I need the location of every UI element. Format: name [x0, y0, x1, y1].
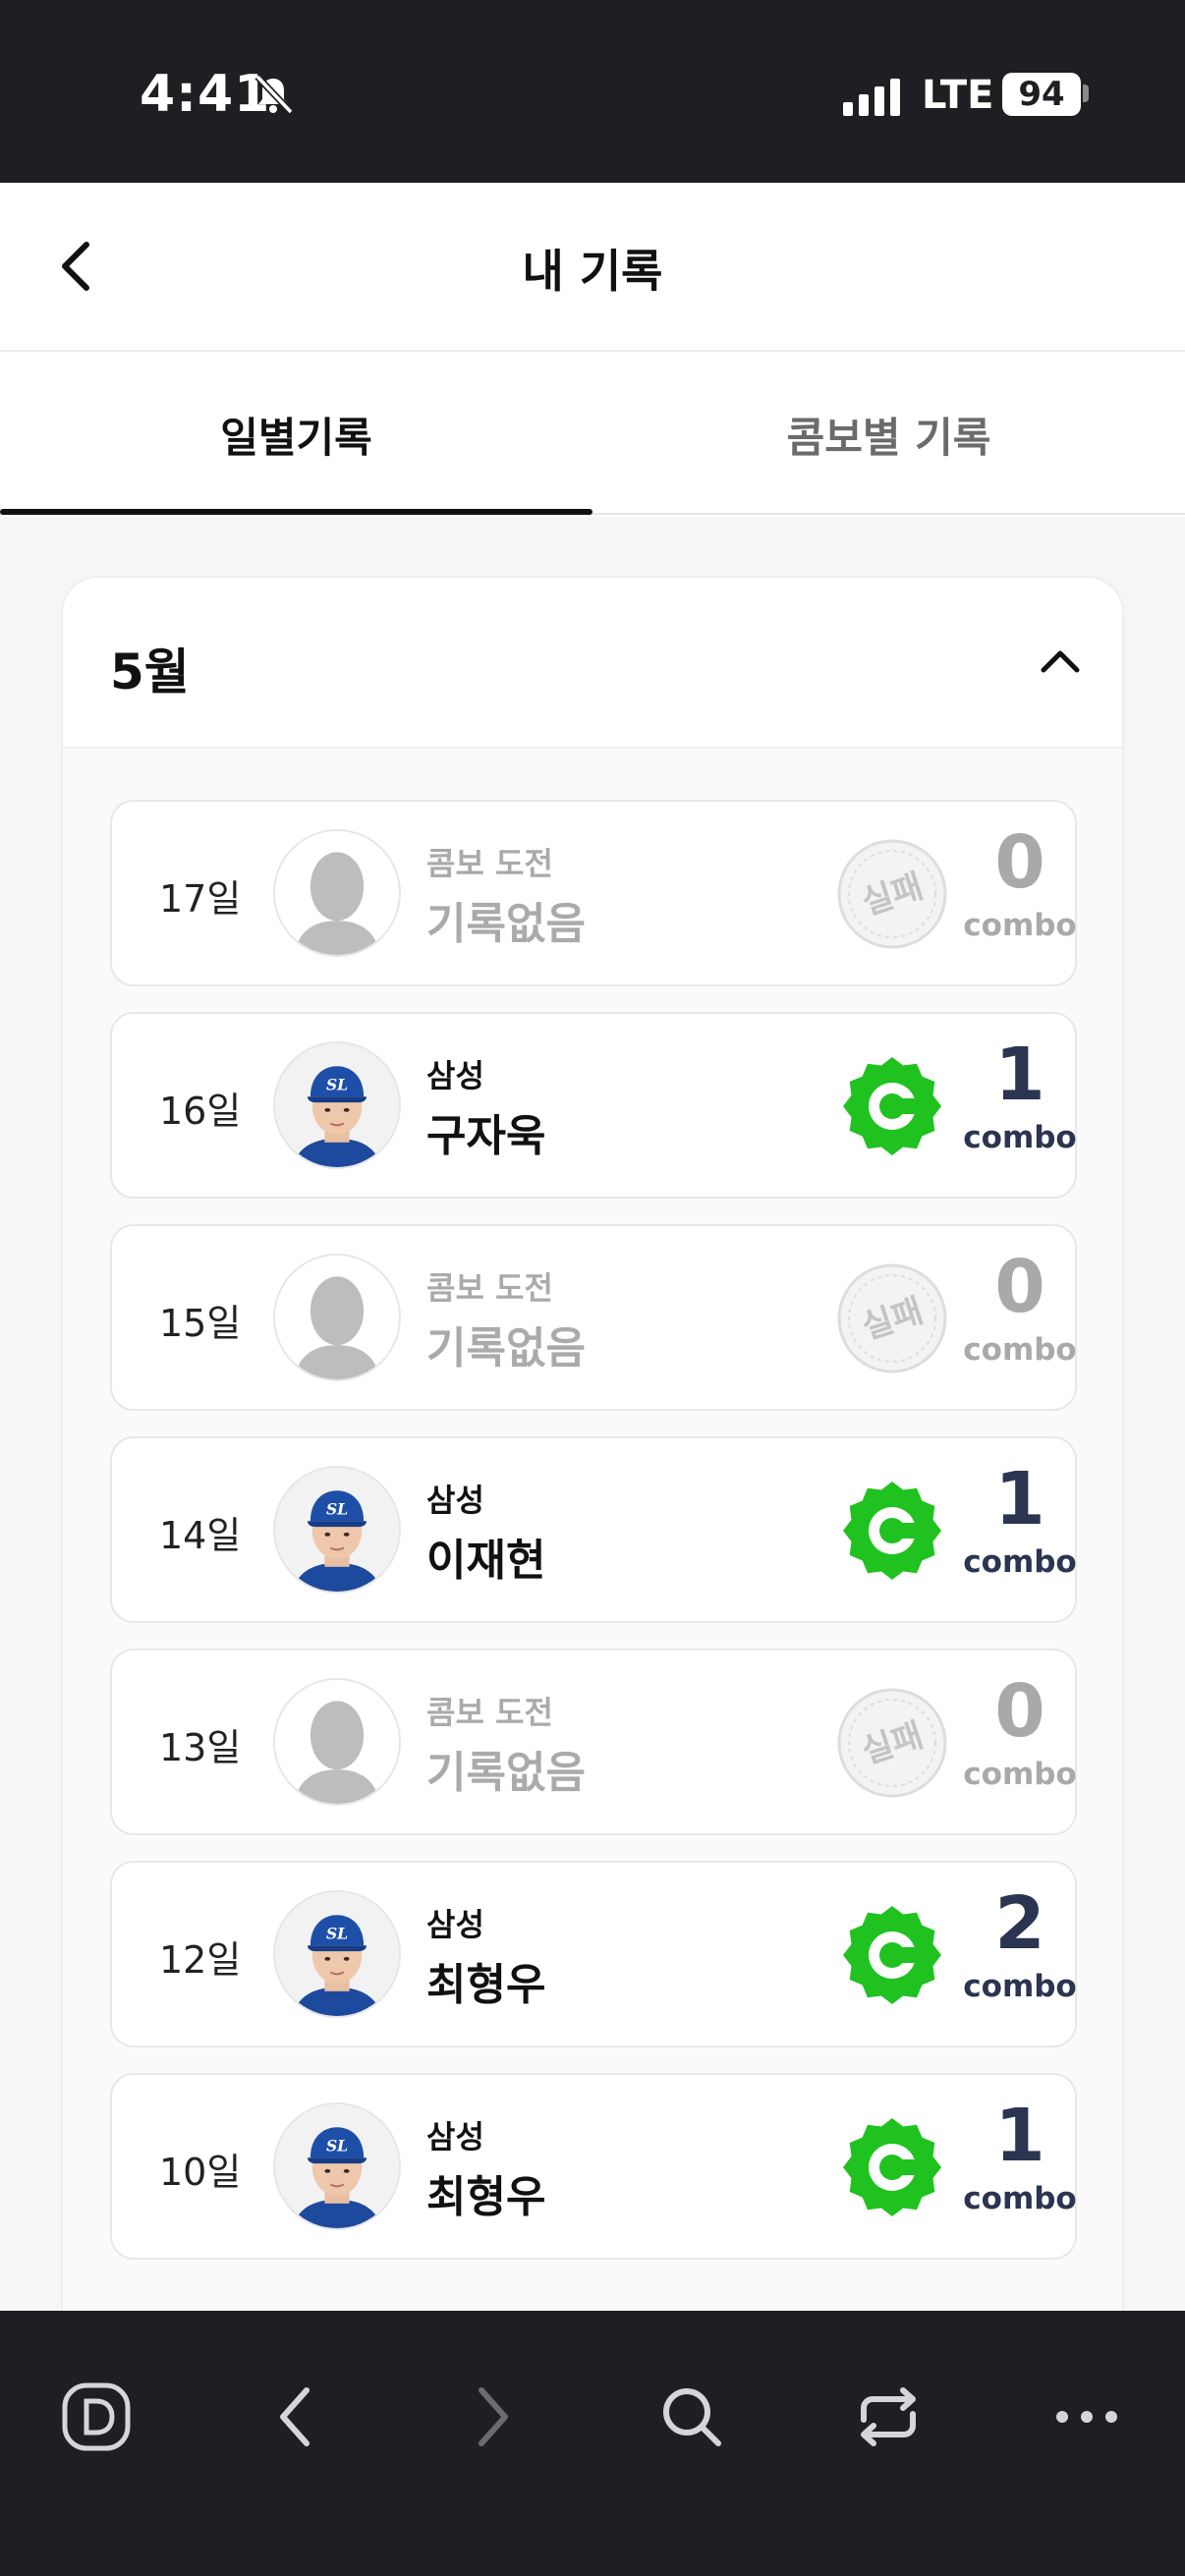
placeholder-avatar — [273, 1678, 401, 1806]
combo-label: combo — [963, 1757, 1077, 1792]
record-title: 기록없음 — [426, 899, 586, 949]
record-subtitle: 삼성 — [426, 1057, 484, 1094]
record-title: 이재현 — [426, 1536, 546, 1586]
combo-count: 0 — [994, 1669, 1045, 1754]
header: 내 기록 — [0, 183, 1185, 352]
tab-combo-records[interactable]: 콤보별 기록 — [592, 354, 1185, 513]
record-day: 13일 — [159, 1726, 242, 1769]
fail-stamp-icon: 실패 — [835, 837, 949, 951]
tab-bar: 일별기록 콤보별 기록 — [0, 354, 1185, 515]
record-subtitle: 콤보 도전 — [426, 1694, 553, 1731]
record-subtitle: 콤보 도전 — [426, 845, 553, 882]
svg-text:SL: SL — [326, 1075, 348, 1093]
record-list: 17일 콤보 도전 기록없음 실패 0 combo 16일 SL 삼성 구자욱 1 combo 15일 콤… — [110, 800, 1077, 2285]
player-avatar: SL — [273, 1466, 401, 1594]
record-title: 기록없음 — [426, 1748, 586, 1798]
combo-label: combo — [963, 908, 1077, 943]
record-day: 15일 — [159, 1302, 242, 1345]
combo-label: combo — [963, 2181, 1077, 2216]
bell-muted-icon — [254, 74, 294, 115]
combo-success-icon — [835, 1049, 949, 1163]
chevron-up-icon[interactable] — [1036, 637, 1085, 686]
record-row[interactable]: 10일 SL 삼성최형우 1 combo — [110, 2073, 1077, 2260]
record-row[interactable]: 13일 콤보 도전기록없음 실패 0 combo — [110, 1649, 1077, 1835]
network-label: LTE — [922, 73, 994, 118]
tab-daily-records[interactable]: 일별기록 — [0, 354, 592, 515]
record-subtitle: 삼성 — [426, 1906, 484, 1943]
record-row[interactable]: 12일 SL 삼성최형우 2 combo — [110, 1861, 1077, 2047]
combo-label: combo — [963, 1332, 1077, 1368]
month-section: 5월 17일 콤보 도전 기록없음 실패 0 combo 16일 SL 삼성 구자욱 1 combo 1… — [61, 576, 1124, 2311]
record-row[interactable]: 14일 SL 삼성이재현 1 combo — [110, 1436, 1077, 1623]
search-icon[interactable] — [650, 2376, 733, 2458]
record-title: 최형우 — [426, 1960, 546, 2010]
combo-count: 0 — [994, 820, 1045, 905]
player-avatar: SL — [273, 2102, 401, 2230]
back-arrow-icon[interactable] — [254, 2376, 336, 2458]
month-header[interactable]: 5월 — [63, 578, 1122, 749]
record-subtitle: 삼성 — [426, 2118, 484, 2156]
d-logo-icon[interactable] — [55, 2376, 138, 2458]
record-row[interactable]: 16일 SL 삼성구자욱 1 combo — [110, 1012, 1077, 1199]
combo-label: combo — [963, 1544, 1077, 1580]
record-subtitle: 삼성 — [426, 1482, 484, 1519]
combo-success-icon — [835, 1474, 949, 1588]
combo-count: 1 — [994, 2094, 1045, 2178]
record-day: 12일 — [159, 1938, 242, 1982]
record-day: 10일 — [159, 2151, 242, 2194]
status-bar: 4:41 LTE 94 — [0, 0, 1185, 183]
combo-success-icon — [835, 1898, 949, 2012]
battery-tip — [1083, 84, 1089, 102]
combo-count: 2 — [994, 1881, 1045, 1966]
combo-count: 1 — [994, 1033, 1045, 1117]
record-title: 최형우 — [426, 2172, 546, 2222]
player-avatar: SL — [273, 1041, 401, 1169]
browser-toolbar — [0, 2311, 1185, 2576]
record-day: 16일 — [159, 1090, 242, 1133]
svg-text:SL: SL — [326, 2136, 348, 2155]
svg-text:SL: SL — [326, 1499, 348, 1518]
fail-stamp-icon: 실패 — [835, 1261, 949, 1375]
svg-text:SL: SL — [326, 1924, 348, 1942]
record-title: 기록없음 — [426, 1323, 586, 1373]
record-row[interactable]: 17일 콤보 도전기록없음 실패 0 combo — [110, 800, 1077, 986]
record-day: 17일 — [159, 877, 242, 921]
combo-success-icon — [835, 2110, 949, 2224]
repeat-icon[interactable] — [847, 2376, 930, 2458]
placeholder-avatar — [273, 1254, 401, 1381]
record-subtitle: 콤보 도전 — [426, 1269, 553, 1307]
content-area: 5월 17일 콤보 도전 기록없음 실패 0 combo 16일 SL 삼성 구자욱 1 combo 1… — [0, 517, 1185, 2311]
record-day: 14일 — [159, 1514, 242, 1557]
combo-count: 1 — [994, 1457, 1045, 1541]
forward-arrow-icon[interactable] — [452, 2376, 535, 2458]
month-label: 5월 — [110, 644, 190, 700]
combo-label: combo — [963, 1120, 1077, 1155]
placeholder-avatar — [273, 829, 401, 957]
signal-icon — [843, 79, 900, 116]
page-title: 내 기록 — [522, 245, 663, 298]
battery-indicator: 94 — [1002, 73, 1081, 116]
fail-stamp-icon: 실패 — [835, 1686, 949, 1800]
player-avatar: SL — [273, 1890, 401, 2018]
more-icon[interactable] — [1045, 2376, 1128, 2458]
record-title: 구자욱 — [426, 1111, 546, 1161]
combo-label: combo — [963, 1969, 1077, 2004]
record-row[interactable]: 15일 콤보 도전기록없음 실패 0 combo — [110, 1224, 1077, 1411]
combo-count: 0 — [994, 1245, 1045, 1329]
